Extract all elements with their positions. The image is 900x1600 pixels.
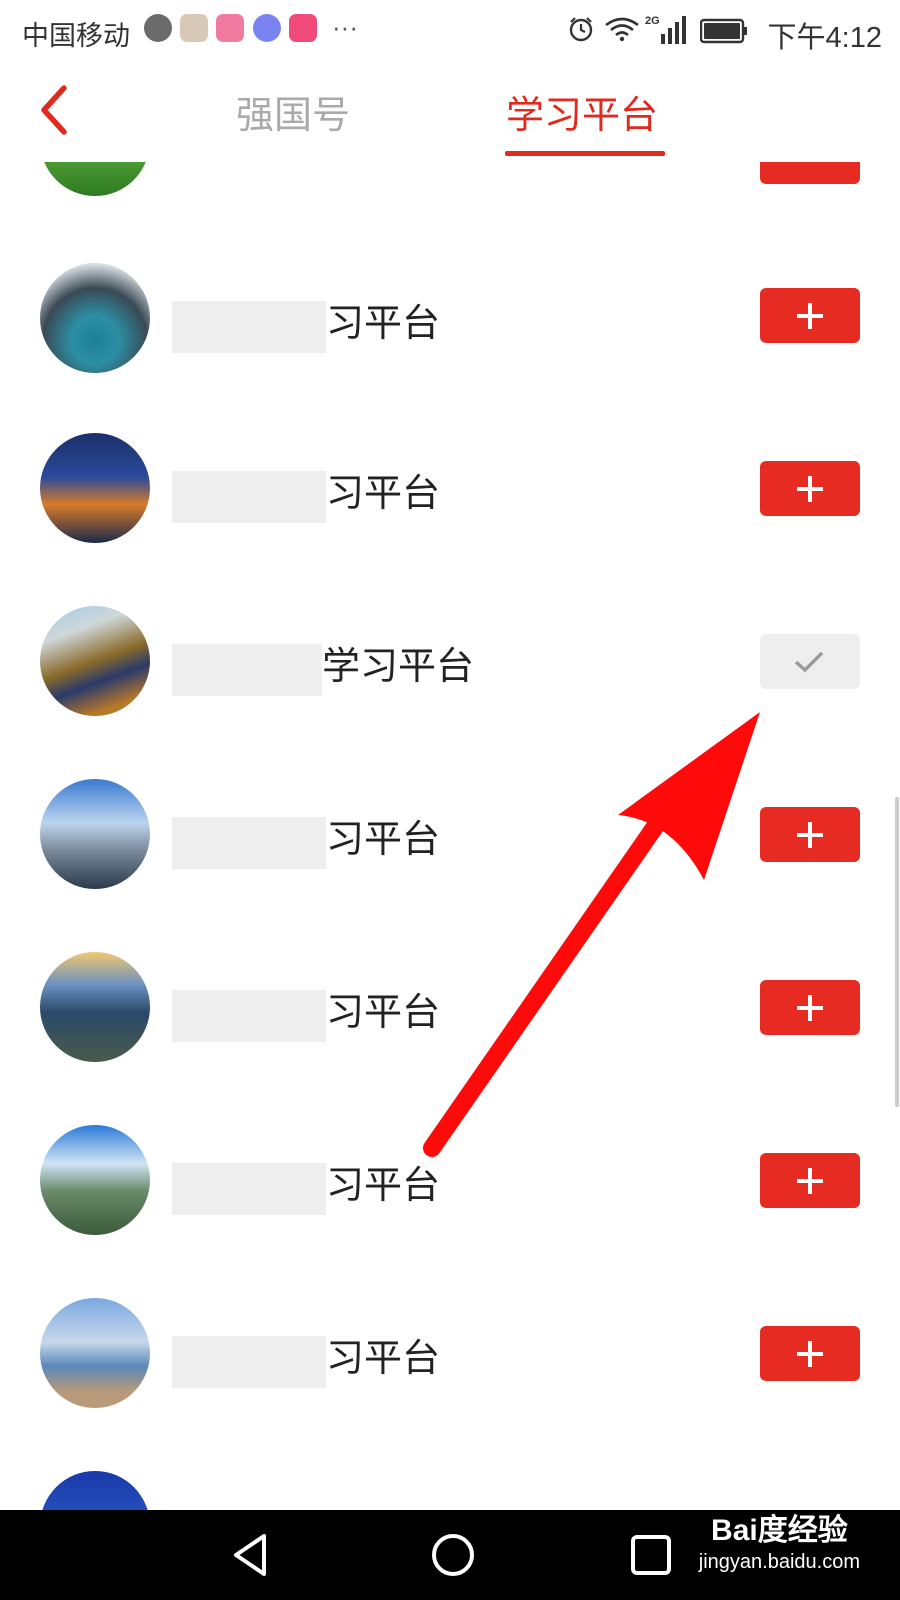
avatar <box>40 263 150 373</box>
tiktok-icon <box>180 14 208 42</box>
follow-button[interactable] <box>760 288 860 343</box>
follow-button[interactable] <box>760 1326 860 1381</box>
redacted-name-block <box>172 816 326 869</box>
list-item-title: 习平台 <box>172 1154 440 1215</box>
signal-icon: 2G <box>645 15 686 44</box>
status-bar: 中国移动 ··· 2G 下午4:12 <box>0 0 900 62</box>
tab-qiangguohao[interactable]: 强国号 <box>236 84 350 139</box>
redacted-name-block <box>172 1162 326 1215</box>
carrier-label: 中国移动 <box>22 21 130 51</box>
redacted-name-block <box>172 1335 326 1388</box>
avatar <box>40 433 150 543</box>
watermark-brand: Bai度经验 <box>711 1514 848 1547</box>
check-icon <box>794 651 824 673</box>
list-item[interactable]: 习平台 <box>0 751 900 925</box>
follow-button[interactable] <box>760 807 860 862</box>
list-item[interactable]: 学习平台 <box>0 578 900 752</box>
active-tab-indicator <box>505 151 665 156</box>
avatar <box>40 1471 150 1510</box>
wifi-icon <box>605 17 639 42</box>
baidu-jingyan-watermark: Bai度经验 jingyan.baidu.com <box>698 1514 860 1573</box>
redacted-name-block <box>172 989 326 1042</box>
follow-button[interactable] <box>760 461 860 516</box>
system-navigation-bar: Bai度经验 jingyan.baidu.com <box>0 1510 900 1600</box>
redacted-name-block <box>172 470 326 523</box>
plus-icon <box>797 476 823 502</box>
alarm-icon <box>569 17 593 42</box>
list-item[interactable]: 习平台 <box>0 1270 900 1444</box>
plus-icon <box>797 822 823 848</box>
followed-button[interactable] <box>760 634 860 689</box>
list-item-title: 习平台 <box>172 981 440 1042</box>
follow-button[interactable] <box>760 980 860 1035</box>
plus-icon <box>797 1341 823 1367</box>
plus-icon <box>797 1168 823 1194</box>
plus-icon <box>797 303 823 329</box>
list-item-title: 习平台 <box>172 1327 440 1388</box>
scrollbar[interactable] <box>895 797 899 1107</box>
triangle-back-icon[interactable] <box>226 1530 276 1580</box>
list-item[interactable]: 习平台 <box>0 924 900 1098</box>
list-item-title: 习平台 <box>172 292 440 353</box>
battery-icon <box>700 18 747 44</box>
redacted-name-block <box>172 300 326 353</box>
network-type-label: 2G <box>645 15 660 27</box>
app-notification-icon <box>216 14 244 42</box>
tab-study-platform[interactable]: 学习平台 <box>506 84 658 139</box>
avatar <box>40 1125 150 1235</box>
avatar <box>40 606 150 716</box>
list-item[interactable] <box>0 1443 900 1510</box>
video-app-icon <box>289 14 317 42</box>
list-item[interactable]: 习平台 <box>0 405 900 579</box>
circle-home-icon[interactable] <box>428 1530 478 1580</box>
list-item-title: 学习平台 <box>172 635 474 696</box>
watermark-url: jingyan.baidu.com <box>698 1551 860 1573</box>
follow-button[interactable] <box>760 1153 860 1208</box>
app-notification-icon <box>144 14 172 42</box>
chat-app-icon <box>253 14 281 42</box>
top-navigation: 强国号 学习平台 <box>0 62 900 162</box>
list-item[interactable]: 习平台 <box>0 232 900 406</box>
avatar <box>40 1298 150 1408</box>
plus-icon <box>797 995 823 1021</box>
avatar <box>40 952 150 1062</box>
avatar <box>40 779 150 889</box>
list-item-title: 习平台 <box>172 462 440 523</box>
chevron-left-icon[interactable] <box>30 80 80 140</box>
more-notifications-icon: ··· <box>332 12 358 42</box>
list-item[interactable]: 习平台 <box>0 1097 900 1271</box>
subscription-list[interactable]: 习平台 习平台 学习平台 习平台 习平台 习平台 习平台 <box>0 62 900 1510</box>
clock-label: 下午4:12 <box>767 22 882 54</box>
list-item-title: 习平台 <box>172 808 440 869</box>
redacted-name-block <box>172 643 322 696</box>
square-recent-icon[interactable] <box>628 1532 674 1578</box>
